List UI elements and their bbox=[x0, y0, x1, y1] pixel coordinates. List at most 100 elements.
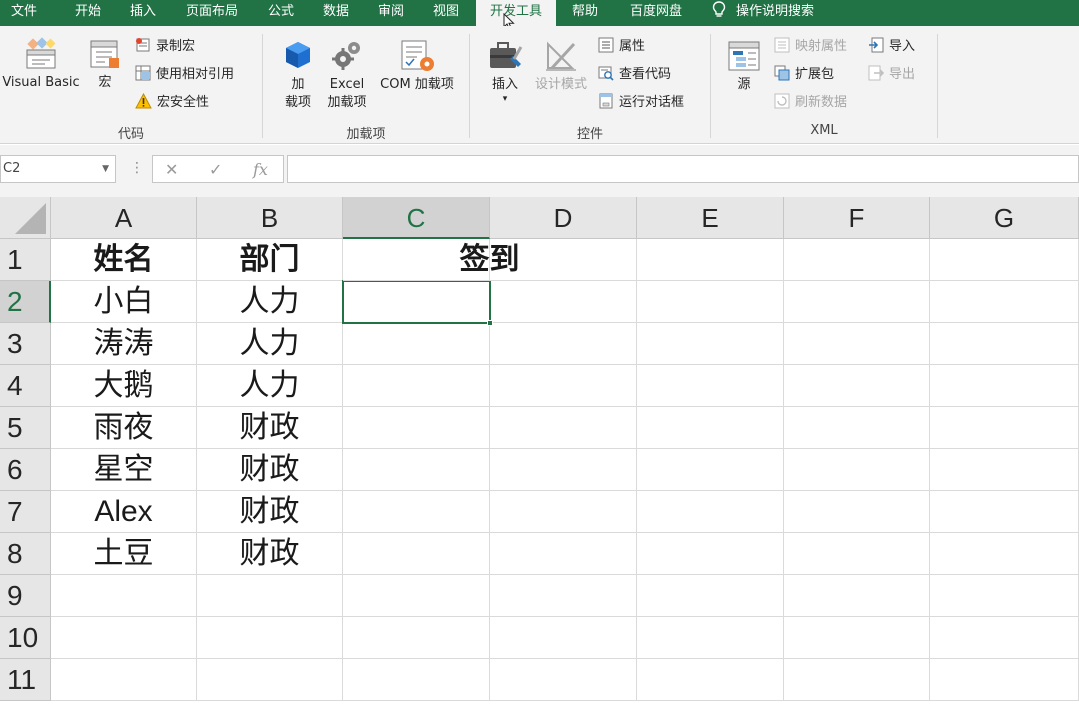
cell-a11[interactable] bbox=[51, 659, 197, 701]
row-header-10[interactable]: 10 bbox=[0, 617, 51, 659]
cell-f8[interactable] bbox=[784, 533, 930, 575]
cell-c5[interactable] bbox=[343, 407, 490, 449]
cell-a1[interactable]: 姓名 bbox=[51, 239, 197, 281]
cell-e8[interactable] bbox=[637, 533, 784, 575]
cell-c4[interactable] bbox=[343, 365, 490, 407]
cell-c1[interactable]: 签到 bbox=[343, 239, 637, 281]
cell-c8[interactable] bbox=[343, 533, 490, 575]
row-header-9[interactable]: 9 bbox=[0, 575, 51, 617]
tab-review[interactable]: 审阅 bbox=[366, 0, 416, 26]
cell-d7[interactable] bbox=[490, 491, 637, 533]
run-dialog-button[interactable]: 运行对话框 bbox=[598, 92, 684, 114]
cell-f2[interactable] bbox=[784, 281, 930, 323]
cell-c10[interactable] bbox=[343, 617, 490, 659]
cell-g6[interactable] bbox=[930, 449, 1079, 491]
cell-c2[interactable] bbox=[343, 281, 490, 323]
cell-d8[interactable] bbox=[490, 533, 637, 575]
cell-a9[interactable] bbox=[51, 575, 197, 617]
cell-e2[interactable] bbox=[637, 281, 784, 323]
cell-e10[interactable] bbox=[637, 617, 784, 659]
select-all-button[interactable] bbox=[0, 197, 51, 239]
column-header-e[interactable]: E bbox=[637, 197, 784, 239]
com-addins-button[interactable]: COM 加载项 bbox=[372, 38, 462, 94]
visual-basic-button[interactable]: Visual Basic bbox=[0, 36, 82, 92]
cell-a4[interactable]: 大鹅 bbox=[51, 365, 197, 407]
cell-b3[interactable]: 人力 bbox=[197, 323, 343, 365]
row-header-1[interactable]: 1 bbox=[0, 239, 51, 281]
cell-d6[interactable] bbox=[490, 449, 637, 491]
cell-e1[interactable] bbox=[637, 239, 784, 281]
row-header-11[interactable]: 11 bbox=[0, 659, 51, 701]
cell-b11[interactable] bbox=[197, 659, 343, 701]
xml-source-button[interactable]: 源 bbox=[724, 38, 764, 94]
chevron-down-icon[interactable]: ▼ bbox=[102, 156, 109, 182]
cell-b10[interactable] bbox=[197, 617, 343, 659]
column-header-c[interactable]: C bbox=[343, 197, 490, 239]
cell-g11[interactable] bbox=[930, 659, 1079, 701]
design-mode-button[interactable]: 设计模式 bbox=[530, 38, 592, 94]
cell-g1[interactable] bbox=[930, 239, 1079, 281]
cell-f1[interactable] bbox=[784, 239, 930, 281]
cell-c11[interactable] bbox=[343, 659, 490, 701]
cell-e11[interactable] bbox=[637, 659, 784, 701]
cell-b1[interactable]: 部门 bbox=[197, 239, 343, 281]
cell-b2[interactable]: 人力 bbox=[197, 281, 343, 323]
cell-f7[interactable] bbox=[784, 491, 930, 533]
cell-d3[interactable] bbox=[490, 323, 637, 365]
worksheet-grid[interactable]: A B C D E F G 1 2 3 4 5 6 7 8 9 10 11 姓名… bbox=[0, 197, 1079, 707]
view-code-button[interactable]: 查看代码 bbox=[598, 64, 671, 86]
cell-d4[interactable] bbox=[490, 365, 637, 407]
excel-addins-button[interactable]: Excel 加载项 bbox=[322, 38, 372, 112]
cell-a8[interactable]: 土豆 bbox=[51, 533, 197, 575]
column-header-b[interactable]: B bbox=[197, 197, 343, 239]
cell-c6[interactable] bbox=[343, 449, 490, 491]
expansion-packs-button[interactable]: 扩展包 bbox=[774, 64, 834, 86]
cell-f11[interactable] bbox=[784, 659, 930, 701]
column-header-f[interactable]: F bbox=[784, 197, 930, 239]
tab-page-layout[interactable]: 页面布局 bbox=[172, 0, 252, 26]
cell-f4[interactable] bbox=[784, 365, 930, 407]
macro-security-button[interactable]: 宏安全性 bbox=[135, 92, 209, 114]
tab-file[interactable]: 文件 bbox=[0, 0, 48, 26]
cell-g10[interactable] bbox=[930, 617, 1079, 659]
tell-me-search[interactable]: 操作说明搜索 bbox=[712, 0, 872, 26]
cell-d5[interactable] bbox=[490, 407, 637, 449]
record-macro-button[interactable]: 录制宏 bbox=[135, 36, 195, 58]
column-header-g[interactable]: G bbox=[930, 197, 1079, 239]
enter-icon[interactable]: ✓ bbox=[209, 160, 222, 179]
tab-formulas[interactable]: 公式 bbox=[256, 0, 306, 26]
macros-button[interactable]: 宏 bbox=[84, 36, 126, 92]
cell-f9[interactable] bbox=[784, 575, 930, 617]
cell-c9[interactable] bbox=[343, 575, 490, 617]
insert-controls-button[interactable]: 插入 ▾ bbox=[482, 38, 528, 104]
tab-home[interactable]: 开始 bbox=[60, 0, 116, 26]
row-header-3[interactable]: 3 bbox=[0, 323, 51, 365]
cell-a3[interactable]: 涛涛 bbox=[51, 323, 197, 365]
cell-f6[interactable] bbox=[784, 449, 930, 491]
column-header-d[interactable]: D bbox=[490, 197, 637, 239]
refresh-data-button[interactable]: 刷新数据 bbox=[774, 92, 847, 114]
cell-g8[interactable] bbox=[930, 533, 1079, 575]
cell-a2[interactable]: 小白 bbox=[51, 281, 197, 323]
row-header-6[interactable]: 6 bbox=[0, 449, 51, 491]
relative-reference-button[interactable]: 使用相对引用 bbox=[135, 64, 234, 86]
cell-b4[interactable]: 人力 bbox=[197, 365, 343, 407]
cell-a7[interactable]: Alex bbox=[51, 491, 197, 533]
xml-export-button[interactable]: 导出 bbox=[868, 64, 915, 86]
cell-a6[interactable]: 星空 bbox=[51, 449, 197, 491]
cell-d9[interactable] bbox=[490, 575, 637, 617]
cell-e7[interactable] bbox=[637, 491, 784, 533]
tab-insert[interactable]: 插入 bbox=[116, 0, 170, 26]
row-header-2[interactable]: 2 bbox=[0, 281, 51, 323]
cell-g4[interactable] bbox=[930, 365, 1079, 407]
cell-e6[interactable] bbox=[637, 449, 784, 491]
column-header-a[interactable]: A bbox=[51, 197, 197, 239]
row-header-4[interactable]: 4 bbox=[0, 365, 51, 407]
cell-a10[interactable] bbox=[51, 617, 197, 659]
cell-b5[interactable]: 财政 bbox=[197, 407, 343, 449]
cell-e9[interactable] bbox=[637, 575, 784, 617]
cell-e4[interactable] bbox=[637, 365, 784, 407]
tab-baidu-netdisk[interactable]: 百度网盘 bbox=[614, 0, 698, 26]
fill-handle[interactable] bbox=[487, 320, 493, 326]
cell-g5[interactable] bbox=[930, 407, 1079, 449]
